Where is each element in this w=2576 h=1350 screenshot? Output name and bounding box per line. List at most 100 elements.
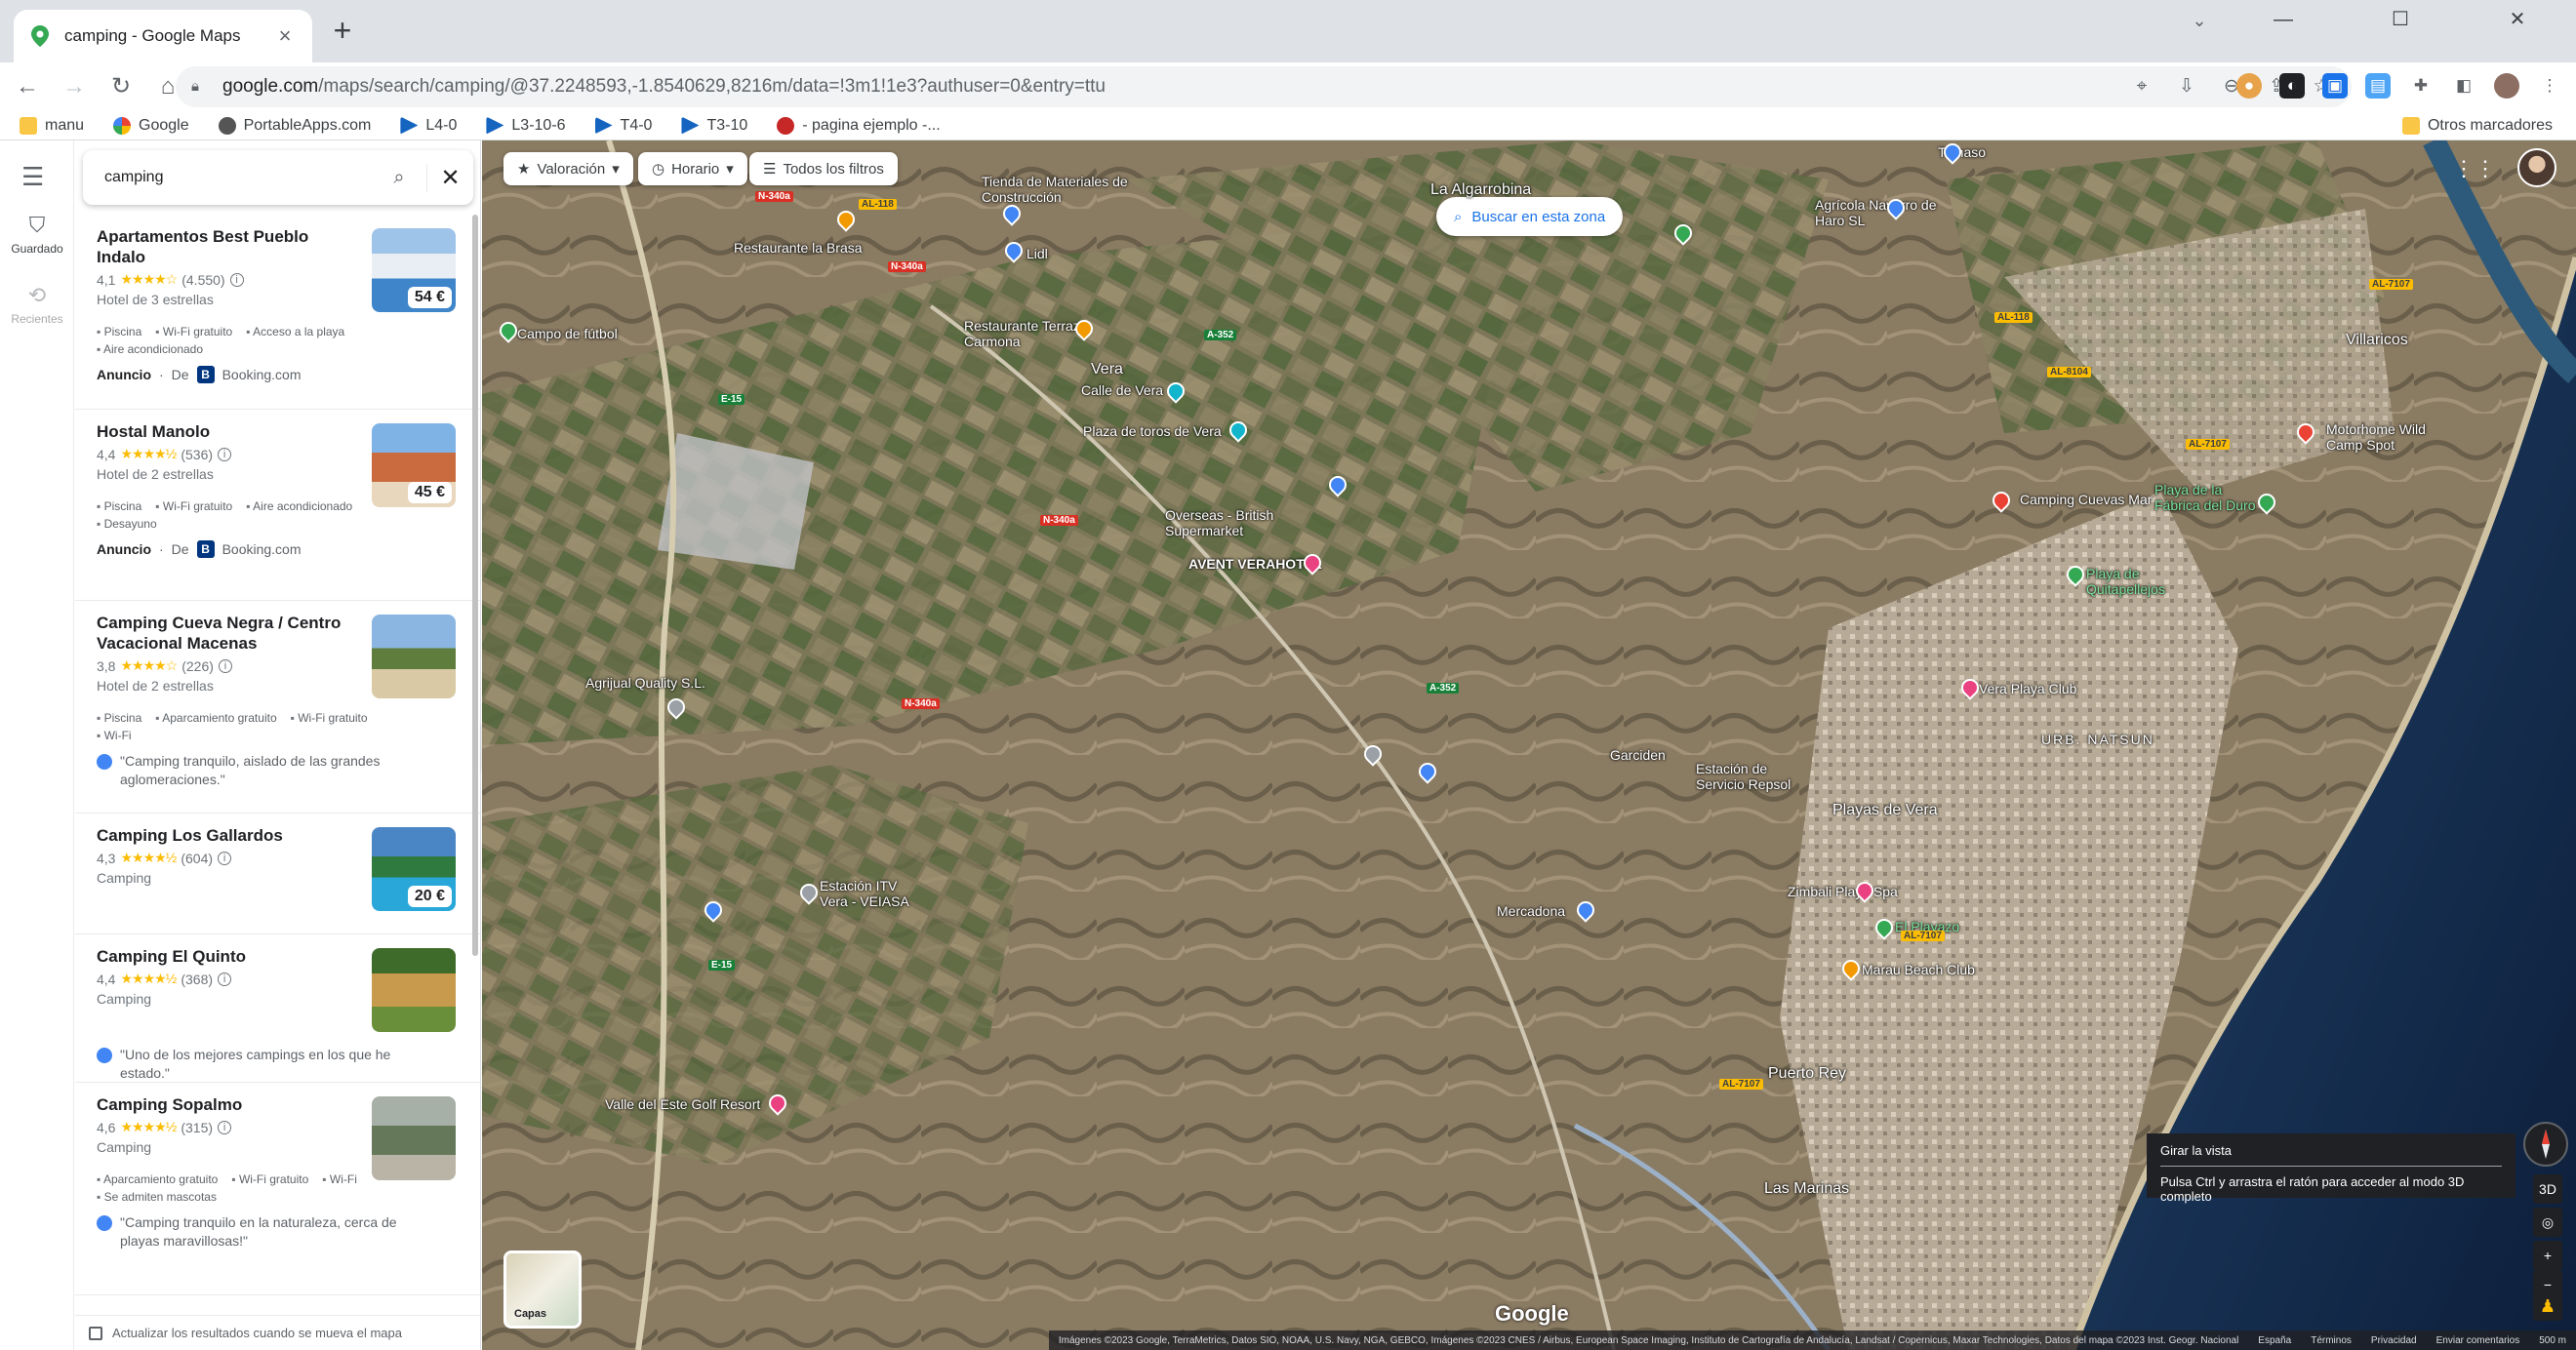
info-icon[interactable]: i <box>218 972 232 986</box>
update-results-checkbox[interactable] <box>89 1326 102 1340</box>
browser-tab[interactable]: camping - Google Maps × <box>14 10 312 62</box>
extensions-puzzle-icon[interactable]: ✚ <box>2408 73 2434 99</box>
map-label[interactable]: Estación ITV Vera - VEIASA <box>820 878 927 909</box>
result-title[interactable]: Hostal Manolo <box>97 421 360 442</box>
cookie-extension-icon[interactable]: ● <box>2236 73 2262 99</box>
map-canvas[interactable]: ★ Valoración ▾ ◷ Horario ▾ ☰ Todos los filtro… <box>482 140 2576 1350</box>
map-label[interactable]: Restaurante Terraza Carmona <box>964 318 1091 349</box>
info-icon[interactable]: i <box>218 447 232 461</box>
info-icon[interactable]: i <box>218 1120 232 1134</box>
search-input[interactable] <box>83 169 372 186</box>
location-icon[interactable]: ⌖ <box>2131 76 2153 98</box>
info-icon[interactable]: i <box>218 658 232 673</box>
map-label[interactable]: Mercadona <box>1497 903 1565 919</box>
map-label[interactable]: Restaurante la Brasa <box>734 240 863 256</box>
map-label[interactable]: Plaza de toros de Vera <box>1083 423 1222 439</box>
map-label[interactable]: Vera <box>1091 361 1123 378</box>
search-this-area-button[interactable]: ⌕ Buscar en esta zona <box>1436 197 1624 236</box>
map-label[interactable]: AVENT VERAHOTEL <box>1188 556 1322 572</box>
map-label[interactable]: Agrícola Navarro de Haro SL <box>1815 197 1942 228</box>
menu-kebab-icon[interactable]: ⋮ <box>2537 73 2562 99</box>
hours-filter-chip[interactable]: ◷ Horario ▾ <box>638 152 747 185</box>
map-label[interactable]: Lidl <box>1026 246 1048 261</box>
back-button[interactable]: ← <box>8 67 47 106</box>
bookmark-portableapps[interactable]: PortableApps.com <box>218 116 371 135</box>
bookmark-google[interactable]: Google <box>113 116 189 135</box>
result-item[interactable]: Hostal Manolo 4,4 ★★★★½ (536) i Hotel de 2 … <box>75 410 480 601</box>
result-thumbnail[interactable]: 20 € <box>372 827 456 911</box>
map-label[interactable]: Agrijual Quality S.L. <box>585 675 705 691</box>
map-label[interactable]: Valle del Este Golf Resort <box>605 1096 760 1112</box>
side-panel-icon[interactable]: ◧ <box>2451 73 2476 99</box>
compass-rotate-icon[interactable] <box>2523 1122 2568 1167</box>
map-label[interactable]: Motorhome Wild Camp Spot <box>2326 421 2434 453</box>
rating-filter-chip[interactable]: ★ Valoración ▾ <box>503 152 633 185</box>
bookmark-t3-10[interactable]: T3-10 <box>681 116 747 135</box>
result-thumbnail[interactable] <box>372 948 456 1032</box>
result-thumbnail[interactable]: 45 € <box>372 423 456 507</box>
footer-link[interactable]: Enviar comentarios <box>2436 1335 2520 1346</box>
map-label[interactable]: Tienda de Materiales de Construcción <box>982 174 1138 205</box>
result-item[interactable]: Camping Los Gallardos 4,3 ★★★★½ (604) i Cam… <box>75 814 480 934</box>
all-filters-chip[interactable]: ☰ Todos los filtros <box>749 152 898 185</box>
search-icon[interactable]: ⌕ <box>372 167 426 189</box>
footer-link[interactable]: España <box>2258 1335 2291 1346</box>
map-label[interactable]: Camping Cuevas Mar <box>2020 492 2152 507</box>
address-bar[interactable]: 🔒︎ google.com/maps/search/camping/@37.22… <box>176 66 2352 107</box>
result-thumbnail[interactable] <box>372 1096 456 1180</box>
info-icon[interactable]: i <box>229 272 244 287</box>
reload-button[interactable]: ↻ <box>101 67 141 106</box>
map-label[interactable]: Campo de fútbol <box>517 326 618 341</box>
results-scrollbar[interactable] <box>472 215 478 956</box>
lock-icon[interactable]: 🔒︎ <box>191 78 209 96</box>
result-item[interactable]: Camping El Quinto 4,4 ★★★★½ (368) i Camping… <box>75 934 480 1083</box>
clear-search-icon[interactable]: ✕ <box>426 163 473 192</box>
result-item[interactable]: Camping Cueva Negra / Centro Vacacional … <box>75 601 480 814</box>
bookmark-other-folder[interactable]: Otros marcadores <box>2401 111 2553 140</box>
update-on-move[interactable]: Actualizar los resultados cuando se muev… <box>75 1315 480 1350</box>
footer-link[interactable]: Privacidad <box>2371 1335 2417 1346</box>
map-label[interactable]: La Algarrobina <box>1430 181 1531 199</box>
result-title[interactable]: Apartamentos Best Pueblo Indalo <box>97 226 360 267</box>
map-label[interactable]: Garciden <box>1610 747 1666 763</box>
info-icon[interactable]: i <box>218 851 232 865</box>
map-label[interactable]: Las Marinas <box>1764 1180 1849 1198</box>
zoom-in-button[interactable]: + <box>2533 1241 2562 1270</box>
dark-mode-extension-icon[interactable]: ◐ <box>2279 73 2305 99</box>
map-label[interactable]: Vera Playa Club <box>1979 681 2076 696</box>
map-label[interactable]: Estación de Servicio Repsol <box>1696 761 1803 792</box>
close-window-button[interactable]: ✕ <box>2459 0 2576 39</box>
map-label[interactable]: Calle de Vera <box>1081 382 1163 398</box>
saved-button[interactable]: ⛉ Guardado <box>0 213 74 256</box>
tab-search-icon[interactable]: ⌄ <box>2180 4 2219 37</box>
result-title[interactable]: Camping Sopalmo <box>97 1094 360 1115</box>
result-item[interactable]: Apartamentos Best Pueblo Indalo 4,1 ★★★★☆… <box>75 215 480 410</box>
install-app-icon[interactable]: ⇩ <box>2176 76 2197 98</box>
screenshot-extension-icon[interactable]: ▤ <box>2365 73 2391 99</box>
map-label[interactable]: Villaricos <box>2346 332 2408 349</box>
street-view-pegman-icon[interactable]: ♟ <box>2533 1291 2562 1321</box>
result-item[interactable]: Camping Sopalmo 4,6★★★★½(315)i Camping A… <box>75 1083 480 1295</box>
maximize-button[interactable]: ☐ <box>2342 0 2459 39</box>
bookmark-l3-10-6[interactable]: L3-10-6 <box>486 116 566 135</box>
result-thumbnail[interactable] <box>372 615 456 698</box>
bookmark-folder-manu[interactable]: manu <box>20 116 84 135</box>
map-label[interactable]: Zimbali Playa Spa <box>1788 884 1898 899</box>
menu-icon[interactable]: ☰ <box>21 162 44 192</box>
minimize-button[interactable]: — <box>2225 0 2342 39</box>
map-label[interactable]: Puerto Rey <box>1768 1065 1846 1083</box>
bookmark-pagina-ejemplo[interactable]: - pagina ejemplo -... <box>777 116 941 135</box>
map-label[interactable]: URB. NATSUN <box>2041 732 2154 747</box>
result-title[interactable]: Camping El Quinto <box>97 946 360 967</box>
my-location-icon[interactable]: ◎ <box>2533 1208 2562 1237</box>
map-label[interactable]: Playa de la Fábrica del Duro <box>2154 482 2262 513</box>
new-tab-button[interactable]: + <box>326 14 359 47</box>
map-label[interactable]: Playa de Quitapellejos <box>2086 566 2194 597</box>
scale-bar[interactable]: 500 m <box>2539 1335 2566 1346</box>
result-title[interactable]: Camping Cueva Negra / Centro Vacacional … <box>97 613 360 654</box>
save-extension-icon[interactable]: ▣ <box>2322 73 2348 99</box>
recent-button[interactable]: ⟲ Recientes <box>0 283 74 326</box>
forward-button[interactable]: → <box>55 67 94 106</box>
account-avatar[interactable] <box>2517 148 2556 187</box>
url-text[interactable]: google.com/maps/search/camping/@37.22485… <box>222 76 1106 98</box>
